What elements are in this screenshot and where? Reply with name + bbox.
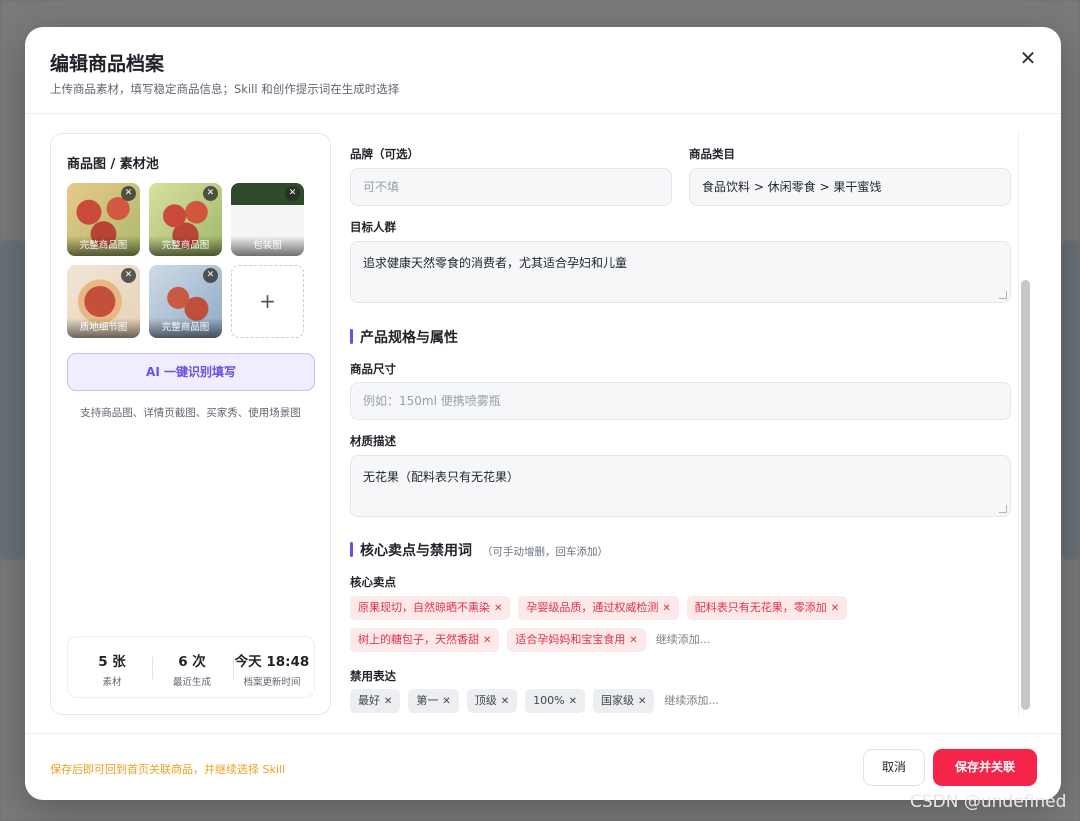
remove-icon[interactable]: ✕ (442, 696, 450, 707)
tag-text: 国家级 (601, 694, 635, 707)
remove-icon[interactable]: ✕ (831, 603, 839, 614)
remove-icon[interactable]: ✕ (384, 696, 392, 707)
stat-value: 今天 18:48 (234, 654, 310, 670)
remove-icon[interactable]: ✕ (483, 635, 491, 646)
banned-word-tag: 国家级 ✕ (593, 689, 655, 713)
selling-section-title: 核心卖点与禁用词 （可手动增删，回车添加） (350, 540, 608, 560)
banned-word-tag: 最好 ✕ (350, 689, 401, 713)
support-hint: 支持商品图、详情页截图、买家秀、使用场景图 (80, 407, 301, 419)
banned-word-input[interactable]: 继续添加... (662, 689, 719, 713)
brand-input[interactable]: 可不填 (350, 168, 672, 206)
stat-label: 素材 (102, 677, 122, 688)
resize-handle-icon[interactable] (999, 505, 1007, 513)
stat-assets: 5 张 素材 (71, 637, 153, 699)
stat-label: 档案更新时间 (243, 677, 301, 688)
selling-points-label: 核心卖点 (350, 575, 396, 589)
edit-product-modal: 编辑商品档案 上传商品素材，填写稳定商品信息；Skill 和创作提示词在生成时选… (25, 27, 1061, 800)
tag-text: 原果现切，自然晾晒不熏染 (358, 601, 490, 614)
stats-panel: 5 张 素材 6 次 最近生成 今天 18:48 档案更新时间 (67, 636, 315, 698)
ai-autofill-button[interactable]: AI 一键识别填写 (67, 353, 315, 391)
asset-thumbnail[interactable]: ✕ 完整商品图 (149, 265, 222, 338)
modal-header: 编辑商品档案 上传商品素材，填写稳定商品信息；Skill 和创作提示词在生成时选… (25, 27, 1061, 114)
audience-text: 追求健康天然零食的消费者，尤其适合孕妇和儿童 (363, 256, 628, 270)
close-icon[interactable]: ✕ (1017, 47, 1039, 69)
spec-section-title: 产品规格与属性 (350, 327, 458, 347)
category-label: 商品类目 (689, 147, 735, 161)
banned-word-tag: 顶级 ✕ (466, 689, 518, 713)
selling-point-input[interactable]: 继续添加... (654, 628, 711, 652)
save-and-link-button[interactable]: 保存并关联 (933, 749, 1037, 786)
remove-icon[interactable]: ✕ (121, 186, 136, 201)
banned-word-tag: 第一 ✕ (408, 689, 459, 713)
remove-icon[interactable]: ✕ (501, 696, 509, 707)
asset-thumbnail[interactable]: ✕ 包装图 (231, 183, 304, 256)
selling-section-note: （可手动增删，回车添加） (482, 546, 608, 558)
material-text: 无花果（配料表只有无花果） (363, 470, 520, 484)
form-scrollbar-thumb[interactable] (1021, 280, 1030, 710)
remove-icon[interactable]: ✕ (203, 186, 218, 201)
background-card (1061, 240, 1080, 560)
selling-point-tag: 适合孕妈妈和宝宝食用 ✕ (507, 628, 646, 652)
banned-words-row: 最好 ✕ 第一 ✕ 顶级 ✕ 100% ✕ 国家级 ✕ 继续添加... (350, 689, 719, 713)
tag-text: 顶级 (474, 694, 497, 707)
product-form: 品牌（可选） 可不填 商品类目 食品饮料 > 休闲零食 > 果干蜜饯 目标人群 … (350, 133, 1036, 715)
size-input[interactable]: 例如：150ml 便携喷雾瓶 (350, 382, 1011, 420)
selling-point-tag: 原果现切，自然晾晒不熏染 ✕ (350, 596, 511, 620)
brand-label: 品牌（可选） (350, 147, 419, 161)
stat-generations: 6 次 最近生成 (151, 637, 233, 699)
remove-icon[interactable]: ✕ (494, 603, 502, 614)
selling-section-heading: 核心卖点与禁用词 (360, 543, 472, 559)
background-card (0, 240, 25, 560)
tag-text: 第一 (416, 694, 439, 707)
stat-label: 最近生成 (172, 677, 211, 688)
stat-updated: 今天 18:48 档案更新时间 (231, 637, 313, 699)
tag-text: 配料表只有无花果，零添加 (694, 601, 827, 614)
tag-text: 适合孕妈妈和宝宝食用 (515, 633, 626, 646)
asset-thumbnail[interactable]: ✕ 完整商品图 (149, 183, 222, 256)
size-label: 商品尺寸 (350, 362, 396, 376)
cancel-button[interactable]: 取消 (863, 749, 925, 786)
tag-text: 树上的糖包子，天然香甜 (358, 633, 479, 646)
modal-subtitle: 上传商品素材，填写稳定商品信息；Skill 和创作提示词在生成时选择 (50, 82, 400, 96)
remove-icon[interactable]: ✕ (121, 268, 136, 283)
tag-text: 100% (533, 694, 565, 707)
thumbnail-label: 完整商品图 (149, 236, 222, 256)
material-label: 材质描述 (350, 434, 396, 448)
category-select[interactable]: 食品饮料 > 休闲零食 > 果干蜜饯 (689, 168, 1011, 206)
asset-pool-panel: 商品图 / 素材池 ✕ 完整商品图 ✕ 完整商品图 ✕ 包装图 ✕ 质地细节图 (50, 133, 331, 715)
selling-points-row-2: 树上的糖包子，天然香甜 ✕ 适合孕妈妈和宝宝食用 ✕ 继续添加... (350, 628, 710, 652)
remove-icon[interactable]: ✕ (662, 603, 670, 614)
selling-point-tag: 孕婴级品质，通过权威检测 ✕ (518, 596, 679, 620)
remove-icon[interactable]: ✕ (638, 696, 646, 707)
resize-handle-icon[interactable] (999, 291, 1007, 299)
stat-value: 5 张 (98, 654, 126, 670)
asset-pool-title: 商品图 / 素材池 (67, 157, 159, 172)
remove-icon[interactable]: ✕ (285, 186, 300, 201)
asset-thumbnail[interactable]: ✕ 完整商品图 (67, 183, 140, 256)
thumbnail-label: 包装图 (231, 236, 304, 256)
modal-footer: 保存后即可回到首页关联商品，并继续选择 Skill 取消 保存并关联 (25, 733, 1061, 800)
audience-label: 目标人群 (350, 220, 396, 234)
add-asset-button[interactable]: + (231, 265, 304, 338)
audience-textarea[interactable]: 追求健康天然零食的消费者，尤其适合孕妇和儿童 (350, 241, 1011, 303)
remove-icon[interactable]: ✕ (629, 635, 637, 646)
banned-word-tag: 100% ✕ (525, 689, 586, 713)
watermark: CSDN @undefined (910, 792, 1067, 812)
tag-text: 最好 (358, 694, 380, 707)
thumbnail-label: 完整商品图 (67, 236, 140, 256)
material-textarea[interactable]: 无花果（配料表只有无花果） (350, 455, 1011, 517)
remove-icon[interactable]: ✕ (569, 696, 577, 707)
asset-thumbnail[interactable]: ✕ 质地细节图 (67, 265, 140, 338)
thumbnail-label: 质地细节图 (67, 318, 140, 338)
remove-icon[interactable]: ✕ (203, 268, 218, 283)
footer-hint: 保存后即可回到首页关联商品，并继续选择 Skill (50, 763, 286, 776)
thumbnail-label: 完整商品图 (149, 318, 222, 338)
tag-text: 孕婴级品质，通过权威检测 (526, 601, 659, 614)
selling-point-tag: 配料表只有无花果，零添加 ✕ (686, 596, 848, 620)
selling-point-tag: 树上的糖包子，天然香甜 ✕ (350, 628, 500, 652)
banned-words-label: 禁用表达 (350, 669, 396, 683)
modal-title: 编辑商品档案 (50, 53, 165, 75)
selling-points-row-1: 原果现切，自然晾晒不熏染 ✕ 孕婴级品质，通过权威检测 ✕ 配料表只有无花果，零添加… (350, 596, 848, 620)
stat-value: 6 次 (178, 654, 206, 670)
